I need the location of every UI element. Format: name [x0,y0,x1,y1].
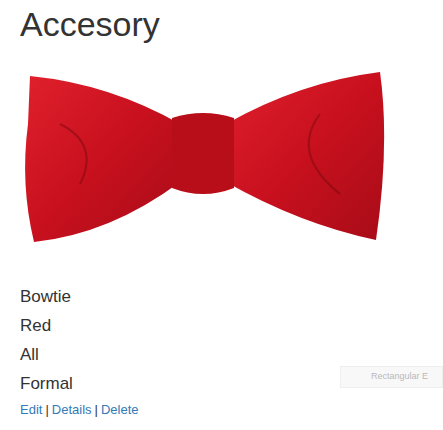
action-link[interactable]: Delete [101,400,139,420]
action-link[interactable]: Details [52,400,92,420]
item-field: Red [20,311,443,340]
item-field: Bowtie [20,282,443,311]
product-photo [20,64,386,246]
link-separator: | [92,400,101,420]
bowtie-icon [20,64,386,246]
item-field: All [20,340,443,369]
ghost-field: Rectangular E [340,366,443,388]
page: AccesoryBowtieRedAllFormalEdit|Details|D… [0,0,443,430]
page-heading: Accesory [20,0,443,44]
link-separator: | [42,400,51,420]
action-link[interactable]: Edit [20,400,42,420]
action-links: Edit|Details|Delete [20,400,443,420]
